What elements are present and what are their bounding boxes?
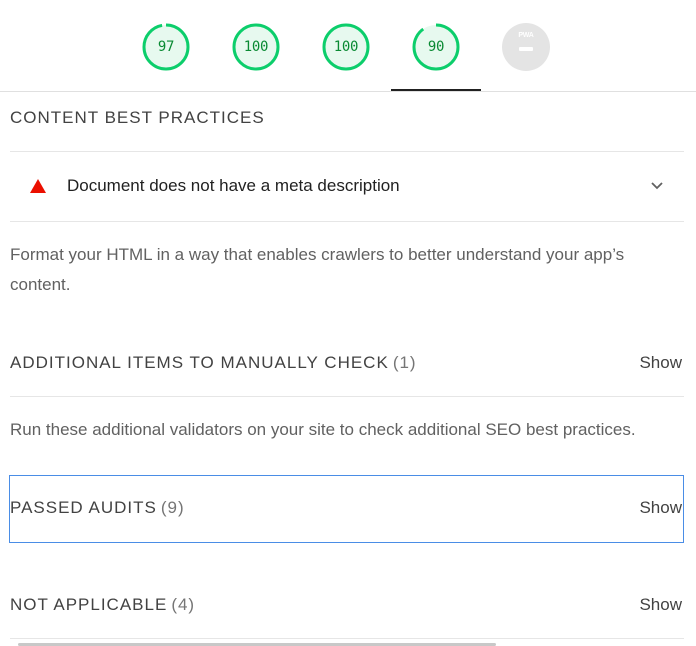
seo-score-gauge[interactable]: 90: [412, 23, 460, 71]
accessibility-score-gauge[interactable]: 100: [232, 23, 280, 71]
pwa-badge-gauge[interactable]: PWA: [502, 23, 550, 71]
active-gauge-indicator: [391, 89, 481, 91]
warning-triangle-icon: [30, 179, 46, 193]
performance-score-value: 97: [157, 39, 175, 55]
not-applicable-title-text: NOT APPLICABLE: [10, 595, 168, 614]
performance-score-gauge[interactable]: 97: [142, 23, 190, 71]
passed-audits-title-text: PASSED AUDITS: [10, 498, 157, 517]
best-practices-score-gauge[interactable]: 100: [322, 23, 370, 71]
seo-report-page: 97 100 100 90 PWA CONTENT BEST PRACTICES…: [0, 0, 696, 646]
score-gauges-bar: 97 100 100 90 PWA: [0, 0, 696, 92]
seo-score-value: 90: [427, 39, 445, 55]
pwa-dash-icon: [519, 47, 533, 51]
manual-checks-show-button[interactable]: Show: [639, 353, 682, 373]
chevron-down-icon[interactable]: [650, 179, 664, 193]
pwa-label: PWA: [518, 32, 534, 39]
passed-audits-count: (9): [160, 498, 185, 517]
audit-label: Document does not have a meta descriptio…: [67, 176, 400, 195]
divider: [10, 396, 684, 397]
not-applicable-title[interactable]: NOT APPLICABLE (4): [10, 595, 195, 615]
meta-description-audit-row[interactable]: Document does not have a meta descriptio…: [10, 152, 684, 221]
divider: [10, 221, 684, 222]
divider: [10, 638, 684, 639]
manual-checks-title[interactable]: ADDITIONAL ITEMS TO MANUALLY CHECK (1): [10, 353, 417, 373]
not-applicable-show-button[interactable]: Show: [639, 595, 682, 615]
not-applicable-count: (4): [171, 595, 196, 614]
content-best-practices-title: CONTENT BEST PRACTICES: [10, 108, 265, 127]
manual-checks-title-text: ADDITIONAL ITEMS TO MANUALLY CHECK: [10, 353, 389, 372]
passed-audits-show-button[interactable]: Show: [639, 498, 682, 518]
manual-checks-description: Run these additional validators on your …: [10, 420, 636, 439]
passed-audits-title[interactable]: PASSED AUDITS (9): [10, 498, 185, 518]
best-practices-score-value: 100: [333, 39, 359, 55]
accessibility-score-value: 100: [243, 39, 269, 55]
content-best-practices-description: Format your HTML in a way that enables c…: [10, 245, 625, 294]
manual-checks-count: (1): [392, 353, 417, 372]
